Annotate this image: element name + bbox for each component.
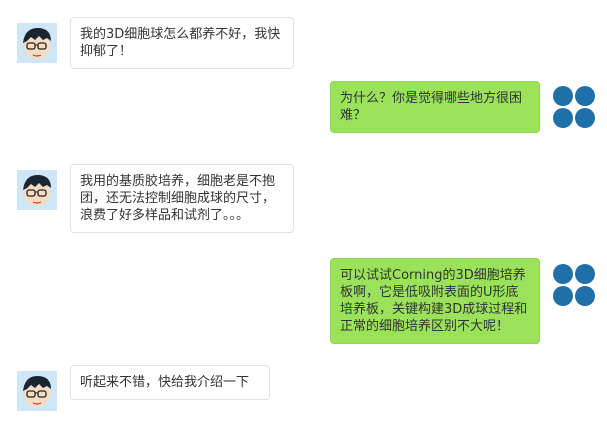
- message-bubble-3: 我用的基质胶培养，细胞老是不抱团，还无法控制细胞成球的尺寸，浪费了好多样品和试剂…: [70, 164, 294, 233]
- four-blue-dots-logo-icon: [553, 86, 595, 128]
- cartoon-boy-avatar-icon: [17, 23, 57, 63]
- cartoon-boy-avatar-icon: [17, 170, 57, 210]
- message-bubble-5: 听起来不错，快给我介绍一下: [70, 365, 270, 400]
- message-bubble-4: 可以试试Corning的3D细胞培养板啊，它是低吸附表面的U形底培养板，关键构建…: [330, 258, 540, 344]
- four-blue-dots-logo-icon: [553, 264, 595, 306]
- message-bubble-1: 我的3D细胞球怎么都养不好，我快抑郁了！: [70, 17, 294, 69]
- message-bubble-2: 为什么？你是觉得哪些地方很困难？: [330, 81, 540, 133]
- cartoon-boy-avatar-icon: [17, 371, 57, 411]
